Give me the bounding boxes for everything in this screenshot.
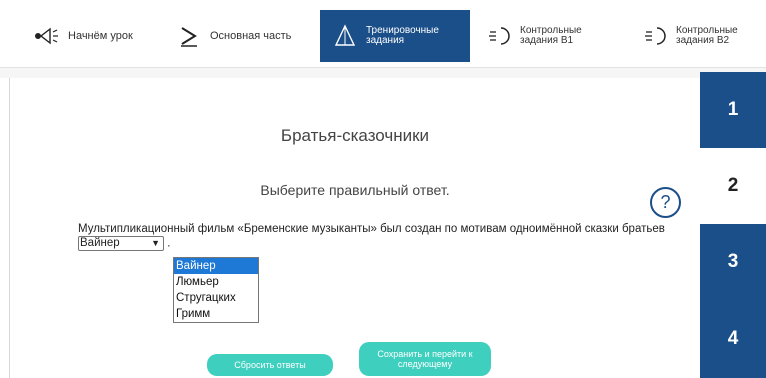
page-title: Братья-сказочники <box>280 126 430 145</box>
nav-divider <box>0 68 766 78</box>
tab-label: Тренировочные задания <box>366 25 439 46</box>
reset-answers-button[interactable]: Сбросить ответы <box>207 354 333 376</box>
option-item[interactable]: Стругацких <box>174 290 258 306</box>
circle-arrows-icon <box>486 23 512 49</box>
question-mark-icon: ? <box>660 192 671 212</box>
help-button[interactable]: ? <box>650 187 681 218</box>
tab-main-part[interactable]: Основная часть <box>176 10 306 62</box>
tab-training-tasks[interactable]: Тренировочные задания <box>320 10 470 62</box>
tab-label: Контрольные задания В2 <box>676 25 738 46</box>
option-item[interactable]: Люмьер <box>174 274 258 290</box>
tab-control-b2[interactable]: Контрольные задания В2 <box>632 10 766 62</box>
task-number-1[interactable]: 1 <box>700 72 766 148</box>
tab-start-lesson[interactable]: Начнём урок <box>34 10 156 62</box>
triangle-icon <box>332 23 358 49</box>
question-text: Мультипликационный фильм «Бременские муз… <box>78 223 668 251</box>
option-item[interactable]: Вайнер <box>174 258 258 274</box>
task-number-3[interactable]: 3 <box>700 224 766 300</box>
answer-select-value: Вайнер <box>80 237 120 249</box>
task-number-4[interactable]: 4 <box>700 300 766 378</box>
task-instruction: Выберите правильный ответ. <box>260 182 450 198</box>
tab-control-b1[interactable]: Контрольные задания В1 <box>482 10 606 62</box>
question-body: Мультипликационный фильм «Бременские муз… <box>78 223 665 235</box>
task-panel: Братья-сказочники Выберите правильный от… <box>9 78 699 378</box>
tab-label: Основная часть <box>210 29 292 42</box>
circle-arrows-icon <box>642 23 668 49</box>
question-end: . <box>167 237 171 250</box>
play-icon <box>176 23 202 49</box>
task-number-2[interactable]: 2 <box>700 148 766 224</box>
tab-label: Начнём урок <box>68 29 133 42</box>
tab-label: Контрольные задания В1 <box>520 25 582 46</box>
save-next-button[interactable]: Сохранить и перейти к следующему <box>359 342 491 376</box>
option-item[interactable]: Гримм <box>174 306 258 322</box>
chevron-down-icon: ▼ <box>151 238 160 248</box>
answer-select[interactable]: Вайнер ▼ <box>78 236 164 251</box>
speaker-icon <box>34 23 60 49</box>
answer-options-list: Вайнер Люмьер Стругацких Гримм <box>173 257 259 323</box>
top-navigation: Начнём урок Основная часть Тренировочные… <box>0 0 766 68</box>
